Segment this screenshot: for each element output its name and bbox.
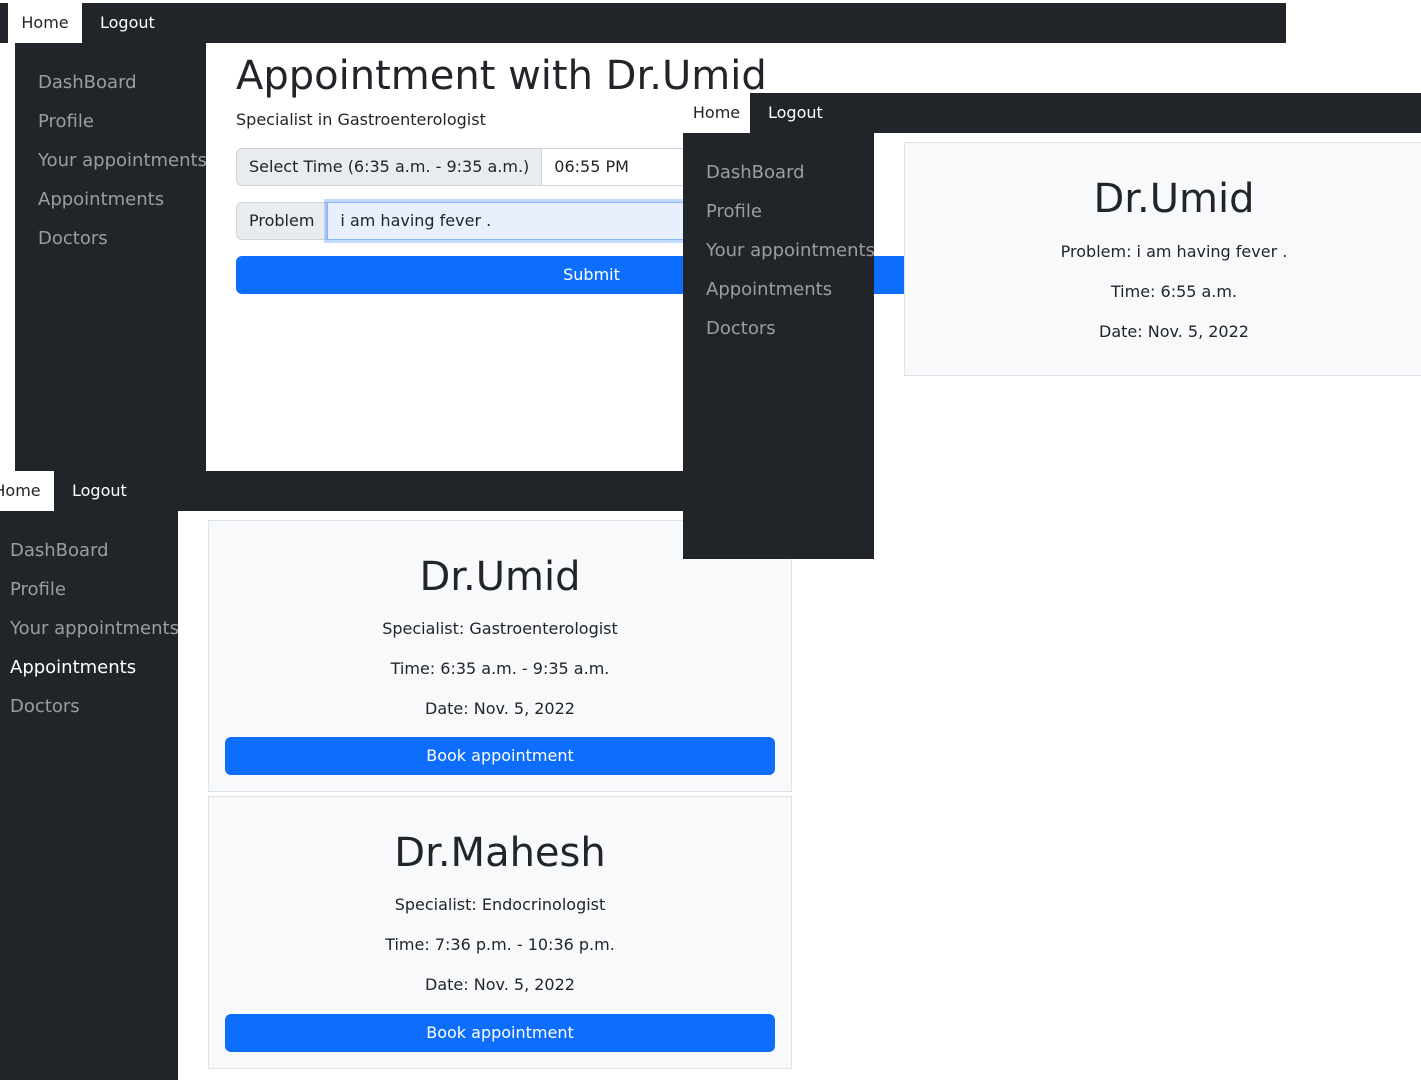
sidebar-item-profile[interactable]: Profile: [38, 111, 94, 133]
your-appointment-screen: Home Logout DashBoard Profile Your appoi…: [683, 93, 1421, 559]
doctor-date: Date: Nov. 5, 2022: [425, 699, 575, 718]
appointment-card: Dr.Umid Problem: i am having fever . Tim…: [904, 142, 1421, 376]
sidebar-item-appointments[interactable]: Appointments: [706, 279, 832, 301]
nav-logout-link[interactable]: Logout: [768, 93, 823, 133]
sidebar-item-your-appointments[interactable]: Your appointments: [706, 240, 875, 262]
doctor-specialist: Specialist: Gastroenterologist: [382, 619, 618, 638]
sidebar-item-appointments[interactable]: Appointments: [10, 657, 136, 679]
problem-input-group: Problem i am having fever .: [236, 202, 696, 240]
sidebar: DashBoard Profile Your appointments Appo…: [0, 511, 179, 1080]
doctor-card: Dr.Umid Specialist: Gastroenterologist T…: [208, 520, 792, 792]
problem-label: Problem: [236, 202, 328, 240]
nav-logout-link[interactable]: Logout: [72, 471, 127, 511]
doctor-specialty: Specialist in Gastroenterologist: [236, 110, 486, 129]
sidebar-item-profile[interactable]: Profile: [706, 201, 762, 223]
sidebar-item-appointments[interactable]: Appointments: [38, 189, 164, 211]
doctors-list-screen: Home Logout DashBoard Profile Your appoi…: [0, 471, 1421, 1080]
doctor-specialist: Specialist: Endocrinologist: [394, 895, 606, 914]
sidebar-item-profile[interactable]: Profile: [10, 579, 66, 601]
sidebar-item-doctors[interactable]: Doctors: [38, 228, 108, 250]
sidebar-item-dashboard[interactable]: DashBoard: [10, 540, 109, 562]
top-navbar: Home Logout: [683, 93, 1421, 133]
sidebar-item-doctors[interactable]: Doctors: [706, 318, 776, 340]
appointment-problem: Problem: i am having fever .: [1060, 242, 1288, 261]
sidebar: DashBoard Profile Your appointments Appo…: [683, 133, 875, 559]
time-input[interactable]: 06:55 PM: [542, 148, 696, 186]
nav-home-link[interactable]: Home: [683, 93, 750, 133]
nav-home-link[interactable]: Home: [0, 471, 54, 511]
time-label: Select Time (6:35 a.m. - 9:35 a.m.): [236, 148, 543, 186]
appointment-date: Date: Nov. 5, 2022: [1099, 322, 1249, 341]
sidebar-item-your-appointments[interactable]: Your appointments: [10, 618, 179, 640]
sidebar-item-doctors[interactable]: Doctors: [10, 696, 80, 718]
doctor-card: Dr.Mahesh Specialist: Endocrinologist Ti…: [208, 796, 792, 1069]
top-navbar: Home Logout: [0, 471, 700, 511]
nav-home-link[interactable]: Home: [8, 3, 82, 43]
doctor-time: Time: 6:35 a.m. - 9:35 a.m.: [390, 659, 610, 678]
appointment-time: Time: 6:55 a.m.: [1110, 282, 1238, 301]
book-appointment-button[interactable]: Book appointment: [225, 737, 775, 775]
top-navbar: Home Logout: [0, 3, 1286, 43]
sidebar-item-your-appointments[interactable]: Your appointments: [38, 150, 207, 172]
book-appointment-button[interactable]: Book appointment: [225, 1014, 775, 1052]
sidebar: DashBoard Profile Your appointments Appo…: [15, 43, 207, 471]
doctor-date: Date: Nov. 5, 2022: [425, 975, 575, 994]
doctor-name: Dr.Umid: [419, 554, 581, 600]
doctor-time: Time: 7:36 p.m. - 10:36 p.m.: [385, 935, 615, 954]
sidebar-item-dashboard[interactable]: DashBoard: [706, 162, 805, 184]
nav-logout-link[interactable]: Logout: [100, 3, 155, 43]
problem-input[interactable]: i am having fever .: [327, 202, 696, 240]
appointment-doctor-name: Dr.Umid: [1093, 176, 1255, 222]
doctor-name: Dr.Mahesh: [394, 830, 606, 876]
time-input-group: Select Time (6:35 a.m. - 9:35 a.m.) 06:5…: [236, 148, 696, 186]
sidebar-item-dashboard[interactable]: DashBoard: [38, 72, 137, 94]
